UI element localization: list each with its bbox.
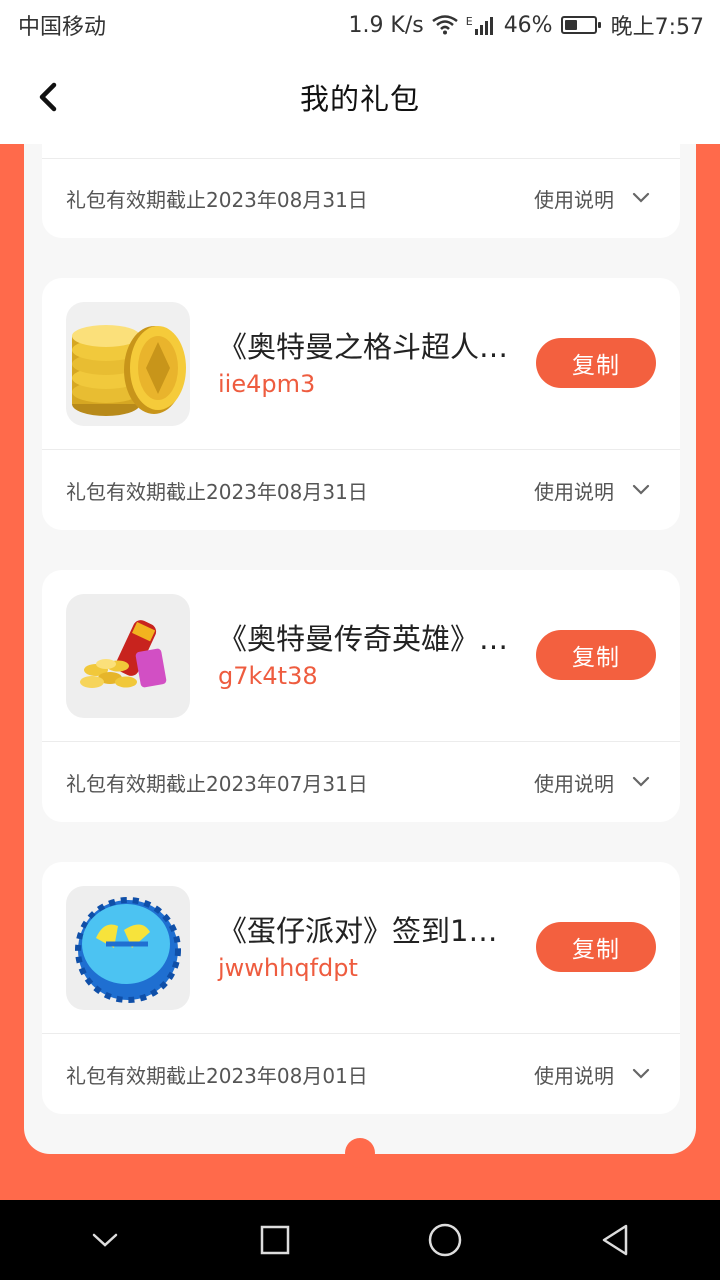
usage-label: 使用说明 — [534, 187, 614, 212]
signal-icon: E — [466, 15, 496, 35]
chevron-down-icon — [92, 1233, 118, 1247]
gift-card: 《奥特曼传奇英雄》专属礼包 g7k4t38 复制 礼包有效期截止2023年07月… — [42, 570, 680, 822]
usage-instructions-toggle[interactable]: 使用说明 — [534, 768, 650, 797]
usage-label: 使用说明 — [534, 771, 614, 796]
battery-icon — [560, 16, 601, 34]
treasure-coins-icon — [66, 594, 190, 718]
status-bar: 中国移动 1.9 K/s E 46% 晚上7:57 — [0, 0, 720, 50]
gift-list-panel[interactable]: 礼包有效期截止2023年08月31日 使用说明 《奥特曼之格斗超人》 iie4p… — [24, 144, 696, 1154]
nav-back-button[interactable] — [585, 1210, 645, 1270]
gift-code: jwwhhqfdpt — [218, 954, 358, 982]
network-speed: 1.9 K/s — [348, 12, 424, 38]
card-main: 《蛋仔派对》签到1天礼包 jwwhhqfdpt 复制 — [42, 862, 680, 1034]
gift-title: 《蛋仔派对》签到1天礼包 — [218, 914, 516, 948]
status-indicators: 1.9 K/s E 46% 晚上7:57 — [348, 9, 704, 41]
usage-instructions-toggle[interactable]: 使用说明 — [534, 1060, 650, 1089]
page-title: 我的礼包 — [299, 82, 420, 116]
usage-label: 使用说明 — [534, 1063, 614, 1088]
gold-coins-icon — [66, 302, 190, 426]
chevron-left-icon — [39, 82, 57, 112]
gift-title: 《奥特曼之格斗超人》专属礼包 — [218, 330, 516, 364]
card-main: 《奥特曼之格斗超人》专属礼包 iie4pm3 复制 — [42, 278, 680, 450]
wifi-icon — [431, 15, 458, 35]
card-footer: 礼包有效期截止2023年08月01日 使用说明 — [42, 1034, 680, 1114]
clock: 晚上7:57 — [610, 15, 704, 40]
usage-label: 使用说明 — [534, 479, 614, 504]
chevron-down-icon — [632, 484, 650, 495]
bottle-cap-icon — [66, 886, 190, 1010]
battery-percent: 46% — [503, 12, 553, 38]
gift-title: 《奥特曼传奇英雄》专属礼包 — [218, 622, 516, 656]
nav-home-button[interactable] — [415, 1210, 475, 1270]
copy-button[interactable]: 复制 — [536, 922, 656, 972]
expiry-text: 礼包有效期截止2023年08月31日 — [66, 187, 368, 212]
nav-recents-button[interactable] — [245, 1210, 305, 1270]
square-icon — [260, 1225, 290, 1255]
copy-button[interactable]: 复制 — [536, 338, 656, 388]
expiry-text: 礼包有效期截止2023年08月31日 — [66, 479, 368, 504]
header-bar: 我的礼包 — [0, 50, 720, 144]
battery-fill — [564, 20, 578, 30]
expiry-text: 礼包有效期截止2023年08月01日 — [66, 1063, 368, 1088]
triangle-back-icon — [602, 1224, 628, 1256]
circle-icon — [428, 1223, 462, 1257]
card-footer: 礼包有效期截止2023年08月31日 使用说明 — [42, 450, 680, 530]
chevron-down-icon — [632, 192, 650, 203]
scroll-indicator — [345, 1138, 375, 1168]
copy-button[interactable]: 复制 — [536, 630, 656, 680]
carrier-label: 中国移动 — [18, 15, 107, 40]
gift-card-partial: 礼包有效期截止2023年08月31日 使用说明 — [42, 144, 680, 238]
back-button[interactable] — [28, 74, 68, 120]
gift-code: g7k4t38 — [218, 662, 318, 690]
expiry-text: 礼包有效期截止2023年07月31日 — [66, 771, 368, 796]
usage-instructions-toggle[interactable]: 使用说明 — [534, 184, 650, 213]
gift-code: iie4pm3 — [218, 370, 316, 398]
card-main: 《奥特曼传奇英雄》专属礼包 g7k4t38 复制 — [42, 570, 680, 742]
network-type: E — [465, 15, 473, 28]
card-footer: 礼包有效期截止2023年07月31日 使用说明 — [42, 742, 680, 822]
gift-card: 《蛋仔派对》签到1天礼包 jwwhhqfdpt 复制 礼包有效期截止2023年0… — [42, 862, 680, 1114]
gift-card: 《奥特曼之格斗超人》专属礼包 iie4pm3 复制 礼包有效期截止2023年08… — [42, 278, 680, 530]
chevron-down-icon — [632, 1068, 650, 1079]
usage-instructions-toggle[interactable]: 使用说明 — [534, 476, 650, 505]
system-nav-bar — [0, 1200, 720, 1280]
card-footer: 礼包有效期截止2023年08月31日 使用说明 — [42, 158, 680, 238]
chevron-down-icon — [632, 776, 650, 787]
nav-collapse-button[interactable] — [75, 1210, 135, 1270]
